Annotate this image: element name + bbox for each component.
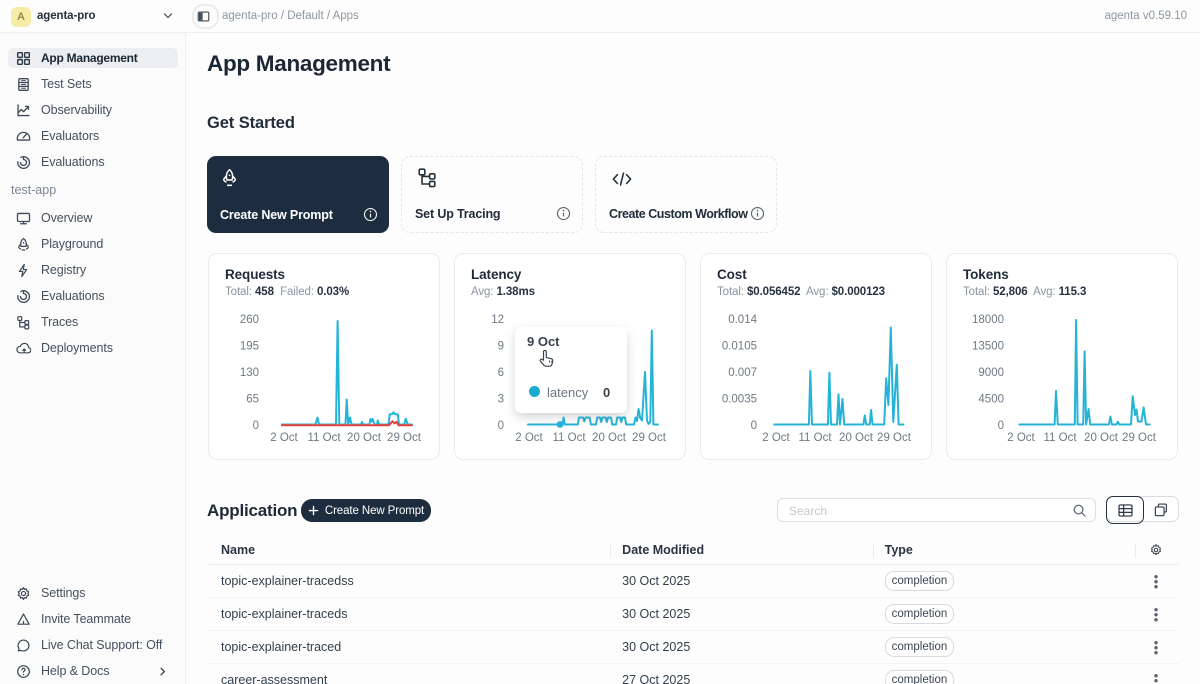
svg-text:9000: 9000 [978, 367, 1004, 379]
svg-text:0.0035: 0.0035 [722, 394, 757, 406]
svg-text:11 Oct: 11 Oct [1043, 432, 1077, 444]
svg-text:9: 9 [498, 341, 504, 353]
svg-text:0.007: 0.007 [728, 367, 757, 379]
svg-text:20 Oct: 20 Oct [347, 432, 382, 444]
svg-text:0.0105: 0.0105 [722, 341, 757, 353]
svg-text:260: 260 [240, 314, 259, 326]
svg-text:18000: 18000 [972, 314, 1004, 326]
svg-text:195: 195 [240, 341, 259, 353]
svg-text:2 Oct: 2 Oct [515, 432, 543, 444]
svg-text:130: 130 [240, 367, 259, 379]
svg-text:65: 65 [246, 394, 259, 406]
svg-text:20 Oct: 20 Oct [839, 432, 874, 444]
svg-text:29 Oct: 29 Oct [387, 432, 422, 444]
svg-text:12: 12 [491, 314, 504, 326]
svg-text:6: 6 [498, 367, 504, 379]
svg-text:2 Oct: 2 Oct [1007, 432, 1035, 444]
svg-text:20 Oct: 20 Oct [592, 432, 627, 444]
svg-text:13500: 13500 [972, 341, 1004, 353]
svg-text:11 Oct: 11 Oct [798, 432, 832, 444]
svg-text:0: 0 [998, 420, 1004, 432]
svg-text:29 Oct: 29 Oct [632, 432, 667, 444]
svg-text:29 Oct: 29 Oct [877, 432, 912, 444]
svg-text:0: 0 [253, 420, 259, 432]
svg-text:2 Oct: 2 Oct [270, 432, 298, 444]
svg-text:0.014: 0.014 [728, 314, 757, 326]
svg-text:20 Oct: 20 Oct [1084, 432, 1119, 444]
svg-text:0: 0 [751, 420, 757, 432]
svg-text:3: 3 [498, 394, 504, 406]
svg-text:11 Oct: 11 Oct [552, 432, 586, 444]
svg-text:29 Oct: 29 Oct [1122, 432, 1157, 444]
svg-text:11 Oct: 11 Oct [307, 432, 341, 444]
svg-text:4500: 4500 [978, 394, 1004, 406]
svg-text:0: 0 [498, 420, 504, 432]
svg-text:2 Oct: 2 Oct [762, 432, 790, 444]
